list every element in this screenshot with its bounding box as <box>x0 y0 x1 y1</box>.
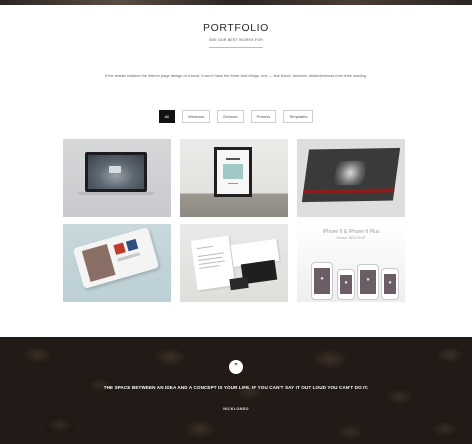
filter-windows-button[interactable]: Windows <box>182 110 211 123</box>
quote-text: THE SPACE BETWEEN AN IDEA AND A CONCEPT … <box>103 385 369 390</box>
iphone-large-image: ● <box>357 264 379 300</box>
filter-templates-button[interactable]: Templates <box>283 110 314 123</box>
quote-section: ” THE SPACE BETWEEN AN IDEA AND A CONCEP… <box>0 337 472 444</box>
iphone-mockup-subcaption: Vector MOCKUP <box>336 236 366 240</box>
laptop-base <box>78 192 154 195</box>
iphone-small-image: ● <box>337 269 355 300</box>
portfolio-item-phone-brochure[interactable] <box>63 224 171 302</box>
business-card-image <box>229 276 249 291</box>
portfolio-item-iphone[interactable]: iPhone 6 & iPhone 6 Plus Vector MOCKUP ●… <box>297 224 405 302</box>
iphone-large-image: ● <box>311 262 333 300</box>
portfolio-heading: PORTFOLIO SEE OUR BEST WORKS FOR <box>0 22 472 48</box>
portfolio-item-laptop[interactable] <box>63 139 171 217</box>
portfolio-item-stationery[interactable] <box>180 224 288 302</box>
portfolio-section: PORTFOLIO SEE OUR BEST WORKS FOR If the … <box>0 5 472 337</box>
phone-brochure-image <box>72 227 160 289</box>
portfolio-item-poster[interactable] <box>180 139 288 217</box>
quote-author: NICKLONSO <box>223 407 249 411</box>
page-title: PORTFOLIO <box>203 22 269 34</box>
filter-all-button[interactable]: All <box>158 110 176 123</box>
city-print-image <box>301 147 401 203</box>
portfolio-item-city-print[interactable] <box>297 139 405 217</box>
filter-devices-button[interactable]: Devices <box>217 110 244 123</box>
filter-bar: All Windows Devices Posters Templates <box>0 110 472 123</box>
heading-divider <box>209 47 263 48</box>
portfolio-grid: iPhone 6 & iPhone 6 Plus Vector MOCKUP ●… <box>63 139 407 302</box>
quote-icon: ” <box>229 360 243 374</box>
intro-text: If the reader realizes the inferior page… <box>105 73 367 78</box>
iphone-small-image: ● <box>381 268 399 300</box>
page-subtitle: SEE OUR BEST WORKS FOR <box>208 38 264 42</box>
filter-posters-button[interactable]: Posters <box>250 110 277 123</box>
letterhead-image <box>190 235 236 291</box>
poster-frame-image <box>214 147 252 197</box>
laptop-screen-image <box>85 152 147 192</box>
iphone-mockup-caption: iPhone 6 & iPhone 6 Plus <box>322 229 380 235</box>
